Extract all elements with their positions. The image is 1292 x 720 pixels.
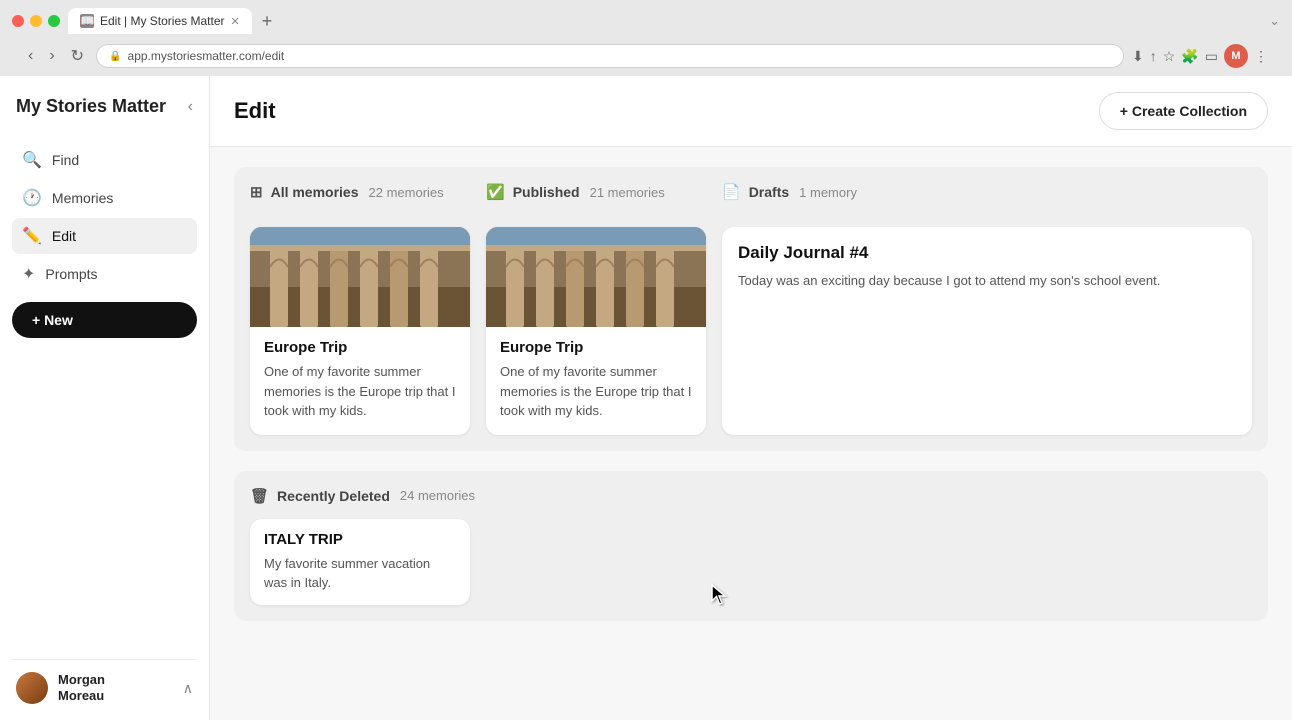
published-text: Published — [513, 184, 580, 200]
italy-trip-title: ITALY TRIP — [264, 531, 456, 548]
all-memories-count: 22 memories — [369, 185, 444, 200]
app-title: My Stories Matter — [16, 96, 166, 118]
browser-tab[interactable]: 📖 Edit | My Stories Matter ✕ — [68, 8, 252, 34]
main-header: Edit + Create Collection — [210, 76, 1292, 147]
sidebar-item-edit[interactable]: ✏️ Edit — [12, 218, 197, 254]
drafts-label: 📄 Drafts — [722, 183, 789, 201]
minimize-traffic-light[interactable] — [30, 15, 42, 27]
clock-icon: 🕐 — [22, 188, 42, 208]
published-header: ✅ Published 21 memories — [486, 183, 706, 213]
recently-deleted-section: 🗑 Recently Deleted 24 memories ITALY TRI… — [234, 471, 1268, 621]
sidebar: My Stories Matter ‹ 🔍 Find 🕐 Memories ✏️… — [0, 76, 210, 720]
check-circle-icon: ✅ — [486, 183, 505, 201]
all-memories-text: All memories — [271, 184, 359, 200]
page-title: Edit — [234, 98, 276, 124]
recently-deleted-cards-row: ITALY TRIP My favorite summer vacation w… — [250, 519, 1252, 605]
europe-trip-published-image — [486, 227, 706, 327]
tab-close-button[interactable]: ✕ — [230, 15, 239, 28]
bookmark-icon[interactable]: ☆ — [1163, 48, 1176, 65]
recently-deleted-label: 🗑 Recently Deleted — [250, 487, 390, 505]
all-memories-header: ⊞ All memories 22 memories — [250, 183, 470, 213]
europe-trip-all-card[interactable]: Europe Trip One of my favorite summer me… — [250, 227, 470, 435]
daily-journal-body: Daily Journal #4 Today was an exciting d… — [722, 227, 1252, 307]
prompts-icon: ✦ — [22, 264, 35, 284]
avatar-image — [16, 672, 48, 704]
collections-bg: ⊞ All memories 22 memories ✅ — [234, 167, 1268, 451]
sidebar-item-memories-label: Memories — [52, 190, 113, 206]
tab-title: Edit | My Stories Matter — [100, 14, 224, 28]
sidebar-item-prompts-label: Prompts — [45, 266, 97, 282]
sidebar-item-memories[interactable]: 🕐 Memories — [12, 180, 197, 216]
collections-section: ⊞ All memories 22 memories ✅ — [234, 167, 1268, 451]
section-headers-row: ⊞ All memories 22 memories ✅ — [250, 183, 1252, 213]
address-bar[interactable]: 🔒 app.mystoriesmatter.com/edit — [96, 44, 1124, 68]
edit-icon: ✏️ — [22, 226, 42, 246]
cards-row: Europe Trip One of my favorite summer me… — [250, 227, 1252, 435]
sidebar-item-find-label: Find — [52, 152, 79, 168]
search-icon: 🔍 — [22, 150, 42, 170]
extensions-icon[interactable]: 🧩 — [1181, 48, 1198, 65]
daily-journal-card[interactable]: Daily Journal #4 Today was an exciting d… — [722, 227, 1252, 435]
more-options-icon[interactable]: ⋮ — [1254, 48, 1268, 65]
sidebar-item-edit-label: Edit — [52, 228, 76, 244]
europe-trip-all-title: Europe Trip — [264, 339, 456, 356]
sidebar-footer: MorganMoreau ∧ — [12, 659, 197, 704]
europe-trip-published-body: Europe Trip One of my favorite summer me… — [486, 327, 706, 435]
new-button[interactable]: + New — [12, 302, 197, 338]
europe-trip-published-text: One of my favorite summer memories is th… — [500, 362, 692, 421]
sidebar-item-prompts[interactable]: ✦ Prompts — [12, 256, 197, 292]
all-memories-label: ⊞ All memories — [250, 183, 359, 201]
trash-icon: 🗑 — [250, 487, 269, 505]
window-minimize-icon[interactable]: ⌄ — [1269, 13, 1280, 29]
europe-trip-all-text: One of my favorite summer memories is th… — [264, 362, 456, 421]
daily-journal-text: Today was an exciting day because I got … — [738, 271, 1236, 291]
maximize-traffic-light[interactable] — [48, 15, 60, 27]
refresh-button[interactable]: ↻ — [67, 44, 88, 68]
main-content: Edit + Create Collection ⊞ — [210, 76, 1292, 720]
daily-journal-title: Daily Journal #4 — [738, 243, 1236, 263]
italy-trip-card[interactable]: ITALY TRIP My favorite summer vacation w… — [250, 519, 470, 605]
url-text: app.mystoriesmatter.com/edit — [128, 49, 285, 63]
drafts-text: Drafts — [749, 184, 789, 200]
layers-icon: ⊞ — [250, 183, 263, 201]
new-tab-button[interactable]: + — [256, 11, 279, 32]
lock-icon: 🔒 — [109, 51, 121, 62]
close-traffic-light[interactable] — [12, 15, 24, 27]
recently-deleted-text: Recently Deleted — [277, 488, 390, 504]
user-expand-button[interactable]: ∧ — [183, 680, 193, 697]
europe-trip-published-card[interactable]: Europe Trip One of my favorite summer me… — [486, 227, 706, 435]
italy-trip-body: ITALY TRIP My favorite summer vacation w… — [250, 519, 470, 605]
user-name: MorganMoreau — [58, 672, 173, 703]
europe-trip-all-body: Europe Trip One of my favorite summer me… — [250, 327, 470, 435]
new-button-label: + New — [32, 312, 73, 328]
tab-favicon: 📖 — [80, 14, 94, 28]
document-icon: 📄 — [722, 183, 741, 201]
recently-deleted-bg: 🗑 Recently Deleted 24 memories ITALY TRI… — [234, 471, 1268, 621]
recently-deleted-count: 24 memories — [400, 488, 475, 503]
europe-trip-all-image — [250, 227, 470, 327]
back-button[interactable]: ‹ — [24, 45, 37, 67]
download-icon[interactable]: ⬇ — [1132, 48, 1144, 65]
avatar — [16, 672, 48, 704]
sidebar-collapse-button[interactable]: ‹ — [188, 98, 193, 116]
europe-trip-published-title: Europe Trip — [500, 339, 692, 356]
forward-button[interactable]: › — [45, 45, 58, 67]
published-label: ✅ Published — [486, 183, 580, 201]
drafts-count: 1 memory — [799, 185, 857, 200]
drafts-header: 📄 Drafts 1 memory — [722, 183, 1252, 213]
sidebar-nav: 🔍 Find 🕐 Memories ✏️ Edit ✦ Prompts + Ne… — [12, 142, 197, 659]
sidebar-item-find[interactable]: 🔍 Find — [12, 142, 197, 178]
create-collection-label: + Create Collection — [1120, 103, 1247, 119]
share-icon[interactable]: ↑ — [1150, 48, 1157, 64]
published-count: 21 memories — [590, 185, 665, 200]
split-view-icon[interactable]: ▭ — [1205, 48, 1218, 65]
user-info: MorganMoreau — [58, 672, 173, 703]
create-collection-button[interactable]: + Create Collection — [1099, 92, 1268, 130]
profile-button[interactable]: M — [1224, 44, 1248, 68]
content-area: ⊞ All memories 22 memories ✅ — [210, 147, 1292, 720]
italy-trip-text: My favorite summer vacation was in Italy… — [264, 554, 456, 593]
